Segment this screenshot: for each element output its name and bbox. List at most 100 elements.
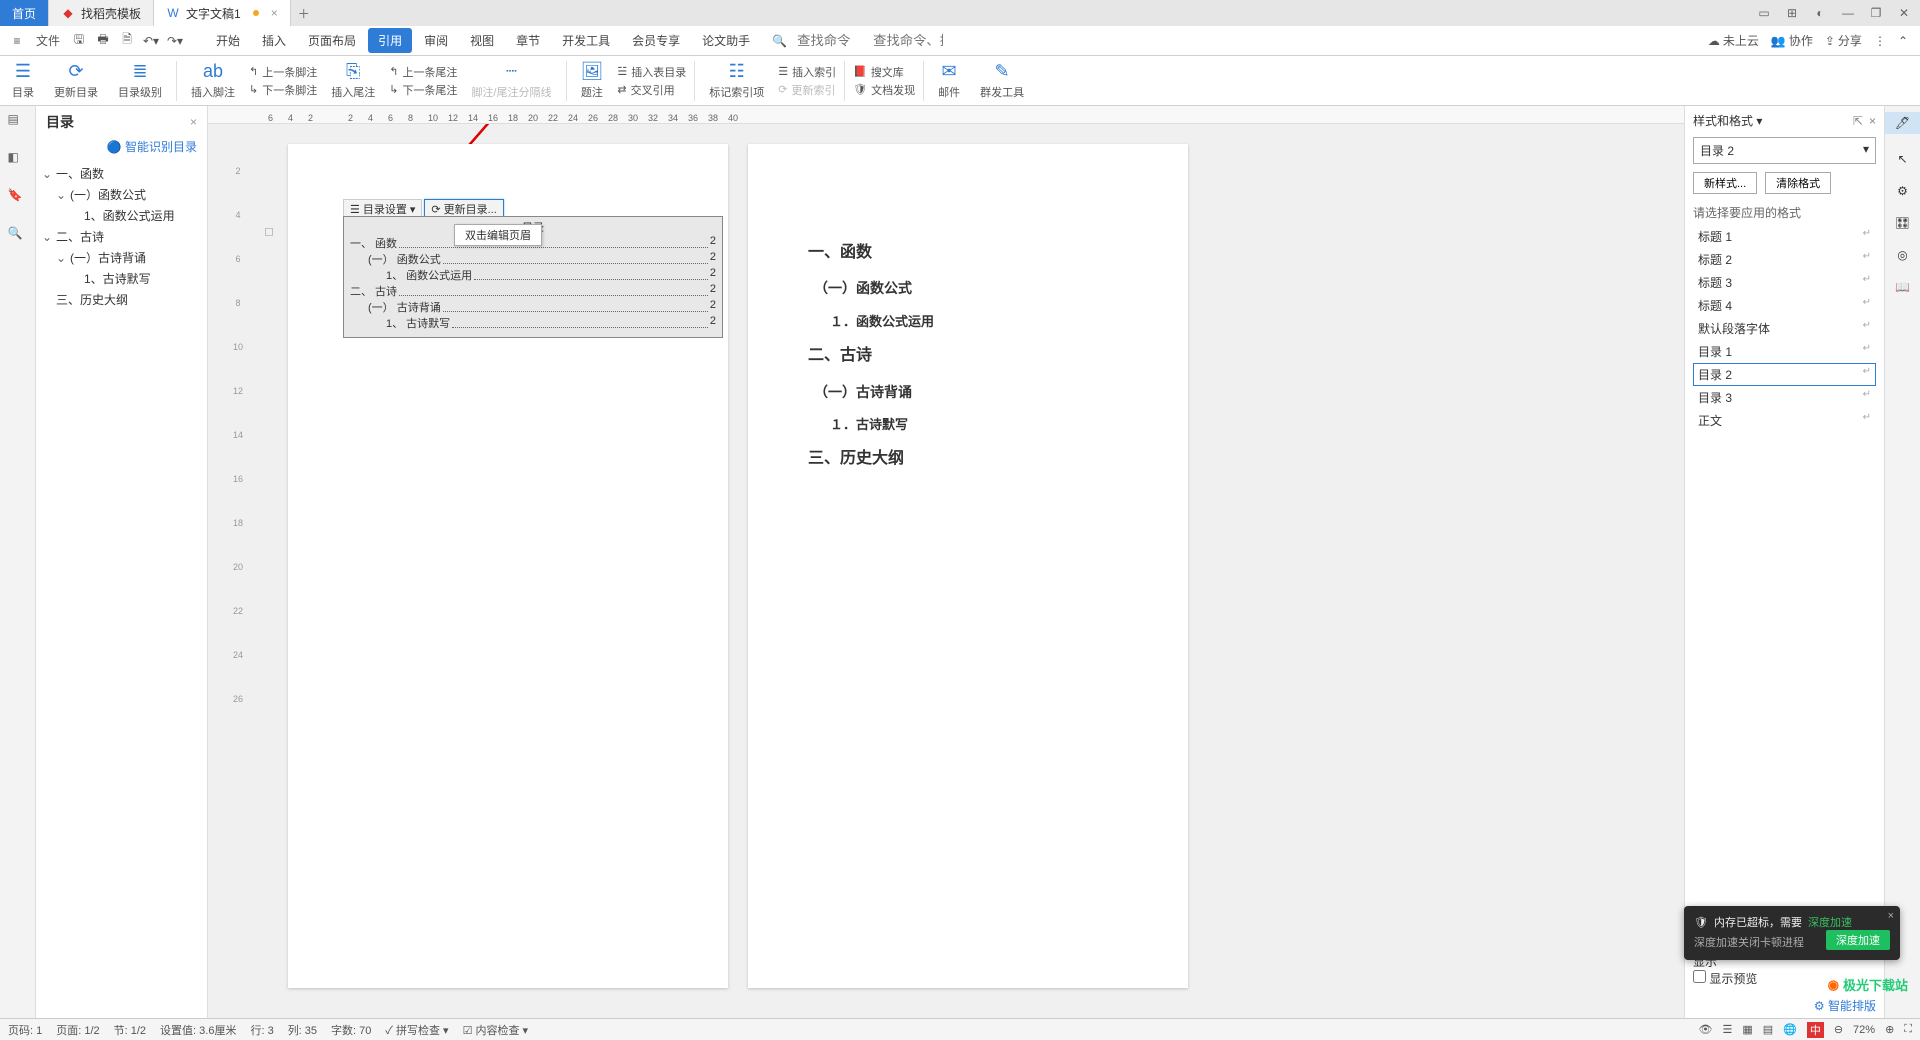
book-rail-icon[interactable]: 📖 <box>1895 280 1910 294</box>
share-button[interactable]: ⇪分享 <box>1825 32 1862 49</box>
style-item[interactable]: 标题 2↵ <box>1693 248 1876 271</box>
prev-footnote[interactable]: ↰上一条脚注 <box>249 64 317 80</box>
insert-endnote-button[interactable]: ⎘插入尾注 <box>325 61 381 100</box>
view3-icon[interactable]: ▤ <box>1763 1023 1773 1036</box>
menu-dev[interactable]: 开发工具 <box>552 28 620 53</box>
discover-button[interactable]: 🛡文档发现 <box>853 82 915 98</box>
collapse-icon[interactable]: ⌃ <box>1898 34 1908 48</box>
collab-button[interactable]: 👥协作 <box>1771 32 1813 49</box>
menu-insert[interactable]: 插入 <box>252 28 296 53</box>
tab-document[interactable]: W 文字文稿1 × <box>154 0 291 26</box>
heading-level-3[interactable]: １．函数公式运用 <box>808 306 1128 337</box>
toc-level-button[interactable]: ≣目录级别 <box>112 61 168 100</box>
menu-reference[interactable]: 引用 <box>368 28 412 53</box>
insert-index[interactable]: ☰插入索引 <box>778 64 836 80</box>
insert-footnote-button[interactable]: ab插入脚注 <box>185 61 241 100</box>
close-icon[interactable]: × <box>271 6 278 20</box>
cross-ref[interactable]: ⇄交叉引用 <box>617 82 686 98</box>
toc-row[interactable]: 1、 函数公式运用2 <box>350 267 716 283</box>
grid-icon[interactable]: ⊞ <box>1780 6 1804 20</box>
document-scroll[interactable]: 2468101214161820222426 ◻ ☰目录设置▾ ⟳更新目录...… <box>208 124 1684 1018</box>
smart-outline-button[interactable]: 🔵 智能识别目录 <box>36 138 207 159</box>
target-rail-icon[interactable]: ◎ <box>1897 248 1907 262</box>
template-search-input[interactable] <box>873 33 943 48</box>
sb-page-of[interactable]: 页面: 1/2 <box>56 1022 99 1038</box>
menu-layout[interactable]: 页面布局 <box>298 28 366 53</box>
prev-endnote[interactable]: ↰上一条尾注 <box>389 64 457 80</box>
sb-content[interactable]: ☑ 内容检查 ▾ <box>463 1022 529 1038</box>
command-search-input[interactable] <box>797 33 863 48</box>
web-icon[interactable]: 🌐 <box>1783 1023 1797 1036</box>
toast-link[interactable]: 深度加速 <box>1808 914 1852 930</box>
outline-item[interactable]: ⌄(一）函数公式 <box>42 184 201 205</box>
minimize-button[interactable]: — <box>1836 6 1860 20</box>
cloud-status[interactable]: ☁未上云 <box>1708 32 1759 49</box>
heading-level-2[interactable]: （一）函数公式 <box>808 272 1128 306</box>
bookmark-icon[interactable]: 🔖 <box>8 188 28 208</box>
insert-fig-toc[interactable]: ☱插入表目录 <box>617 64 686 80</box>
menu-member[interactable]: 会员专享 <box>622 28 690 53</box>
tab-templates[interactable]: ◆ 找稻壳模板 <box>49 0 154 26</box>
pin-icon[interactable]: ⇱ <box>1853 114 1863 128</box>
sb-col[interactable]: 列: 35 <box>288 1022 317 1038</box>
close-window-button[interactable]: ✕ <box>1892 6 1916 20</box>
sb-line[interactable]: 行: 3 <box>250 1022 273 1038</box>
heading-level-2[interactable]: （一）古诗背诵 <box>808 376 1128 410</box>
outline-item[interactable]: 三、历史大纲 <box>42 289 201 310</box>
view2-icon[interactable]: ▦ <box>1742 1023 1752 1036</box>
search-rail-icon[interactable]: 🔍 <box>8 226 28 246</box>
preview-checkbox[interactable]: 显示预览 <box>1693 972 1757 986</box>
pen-rail-icon[interactable]: 🖊 <box>1885 112 1920 134</box>
print-icon[interactable]: 🖶 <box>92 30 114 52</box>
settings-rail-icon[interactable]: ⚙ <box>1897 184 1908 198</box>
style-item[interactable]: 目录 2↵ <box>1693 363 1876 386</box>
close-outline-icon[interactable]: × <box>190 115 197 129</box>
toast-action-button[interactable]: 深度加速 <box>1826 930 1890 950</box>
next-footnote[interactable]: ↳下一条脚注 <box>249 82 317 98</box>
sb-spell[interactable]: ✓ 拼写检查 ▾ <box>385 1022 448 1038</box>
zoom-value[interactable]: 72% <box>1853 1024 1875 1036</box>
menu-review[interactable]: 审阅 <box>414 28 458 53</box>
fit-icon[interactable]: ⛶ <box>1904 1023 1912 1036</box>
caption-button[interactable]: 🖼题注 <box>575 61 610 100</box>
preview-icon[interactable]: 🗎 <box>116 30 138 52</box>
comment-marker-icon[interactable]: ◻ <box>264 224 274 238</box>
new-style-button[interactable]: 新样式... <box>1693 172 1757 194</box>
outline-rail-icon[interactable]: ▤ <box>8 112 28 132</box>
sb-words[interactable]: 字数: 70 <box>331 1022 371 1038</box>
eye-icon[interactable]: 👁 <box>1698 1023 1712 1036</box>
outline-item[interactable]: 1、古诗默写 <box>42 268 201 289</box>
panel-icon[interactable]: ◧ <box>8 150 28 170</box>
maximize-button[interactable]: ❐ <box>1864 6 1888 20</box>
zoom-out-icon[interactable]: ⊖ <box>1834 1023 1843 1036</box>
zoom-in-icon[interactable]: ⊕ <box>1885 1023 1894 1036</box>
sb-position[interactable]: 设置值: 3.6厘米 <box>160 1022 236 1038</box>
lib-button[interactable]: 📕搜文库 <box>853 64 915 80</box>
redo-icon[interactable]: ↷▾ <box>164 30 186 52</box>
style-item[interactable]: 默认段落字体↵ <box>1693 317 1876 340</box>
tune-rail-icon[interactable]: 🎛 <box>1895 216 1910 230</box>
mail-button[interactable]: ✉邮件 <box>932 61 966 100</box>
style-item[interactable]: 目录 3↵ <box>1693 386 1876 409</box>
new-tab-button[interactable]: ＋ <box>291 0 317 26</box>
view1-icon[interactable]: ☰ <box>1722 1023 1732 1036</box>
ime-indicator[interactable]: 中 <box>1807 1022 1824 1038</box>
style-item[interactable]: 目录 1↵ <box>1693 340 1876 363</box>
style-item[interactable]: 标题 3↵ <box>1693 271 1876 294</box>
preview-check[interactable] <box>1693 970 1706 983</box>
clear-format-button[interactable]: 清除格式 <box>1765 172 1831 194</box>
next-endnote[interactable]: ↳下一条尾注 <box>389 82 457 98</box>
style-item[interactable]: 标题 4↵ <box>1693 294 1876 317</box>
file-menu[interactable]: 文件 <box>30 32 66 49</box>
outline-item[interactable]: ⌄二、古诗 <box>42 226 201 247</box>
mass-send-button[interactable]: ✎群发工具 <box>974 61 1030 100</box>
pointer-rail-icon[interactable]: ↖ <box>1897 152 1907 166</box>
ruler-horizontal[interactable]: 642246810121416182022242628303234363840 <box>208 106 1684 124</box>
user-icon[interactable]: ◐ <box>1808 6 1832 20</box>
heading-level-1[interactable]: 一、函数 <box>808 234 1128 272</box>
sb-page-number[interactable]: 页码: 1 <box>8 1022 42 1038</box>
menu-view[interactable]: 视图 <box>460 28 504 53</box>
toc-row[interactable]: (一） 函数公式2 <box>350 251 716 267</box>
toc-button[interactable]: ☰目录 <box>6 61 40 100</box>
toast-close-icon[interactable]: × <box>1888 910 1894 922</box>
